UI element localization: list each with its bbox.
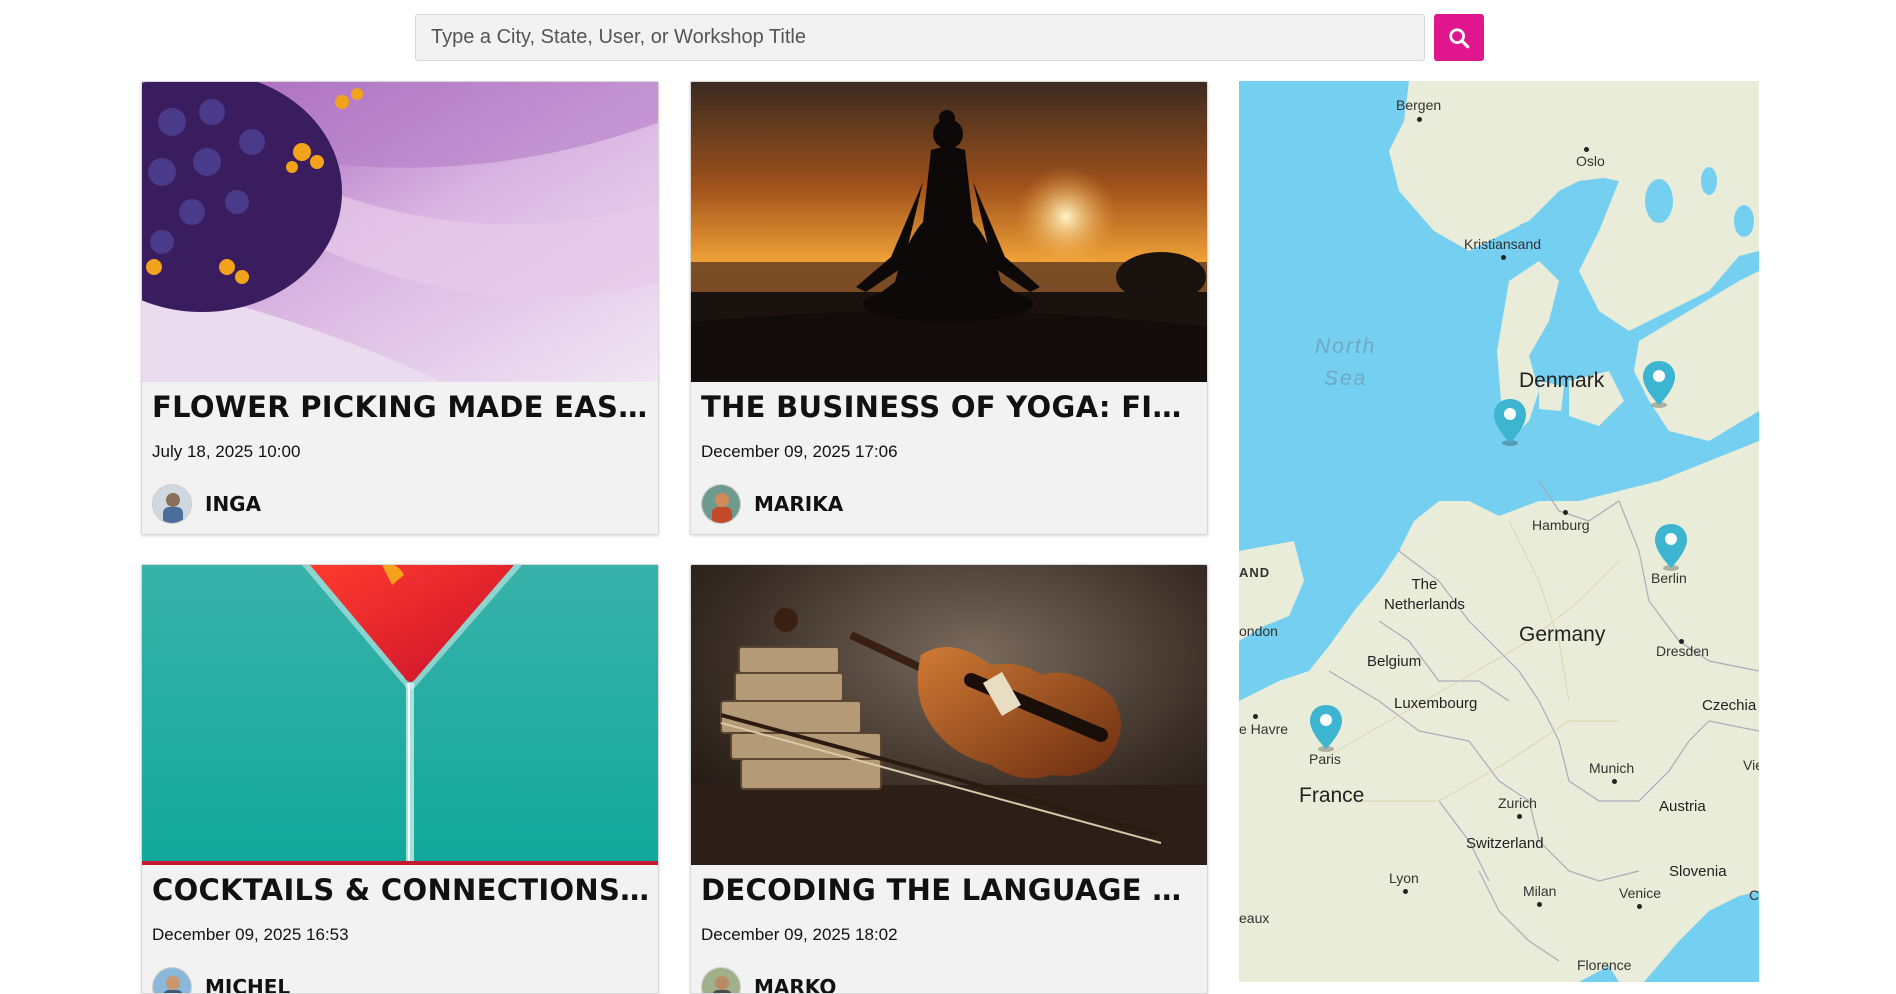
workshop-host[interactable]: MARIKA — [701, 484, 843, 524]
map-label-luxembourg: Luxembourg — [1394, 695, 1478, 712]
map-label-switzerland: Switzerland — [1466, 835, 1544, 852]
map-label-venice: Venice — [1619, 885, 1662, 901]
map-label-slovenia: Slovenia — [1669, 863, 1727, 880]
map-label-dresden: Dresden — [1656, 643, 1709, 659]
map-label-sea: North Sea — [1315, 335, 1377, 390]
map-label-vienna: Vie — [1743, 757, 1759, 773]
map-dot-milan — [1537, 902, 1542, 907]
avatar — [701, 967, 741, 993]
host-name: MARKO — [754, 975, 837, 994]
workshop-image-yoga[interactable] — [691, 82, 1207, 382]
workshop-image-violin[interactable] — [691, 565, 1207, 865]
map-label-milan: Milan — [1523, 883, 1557, 899]
workshop-title[interactable]: FLOWER PICKING MADE EASY! — [152, 390, 652, 424]
search-bar — [415, 14, 1486, 61]
avatar — [152, 484, 192, 524]
workshop-date: December 09, 2025 18:02 — [701, 925, 898, 944]
workshop-host[interactable]: INGA — [152, 484, 261, 524]
map-label-germany: Germany — [1519, 623, 1606, 646]
map-dot-venice — [1637, 904, 1642, 909]
map-pin-copenhagen[interactable] — [1641, 359, 1677, 409]
host-name: MARIKA — [754, 492, 844, 516]
map-label-oslo: Oslo — [1576, 153, 1605, 169]
host-name: INGA — [205, 492, 262, 516]
search-input[interactable] — [415, 14, 1425, 61]
avatar — [701, 484, 741, 524]
map-label-bergen: Bergen — [1396, 97, 1442, 113]
map-label-denmark: Denmark — [1519, 369, 1605, 392]
map-label-paris: Paris — [1309, 751, 1341, 767]
map-label-uk-partial: AND — [1239, 565, 1271, 580]
map-label-netherlands: The Netherlands — [1384, 576, 1465, 613]
workshop-image-flower[interactable] — [142, 82, 658, 382]
map-label-france: France — [1299, 784, 1365, 807]
workshop-date: December 09, 2025 17:06 — [701, 442, 898, 461]
workshop-date: July 18, 2025 10:00 — [152, 442, 301, 461]
map-label-hamburg: Hamburg — [1532, 517, 1590, 533]
map-label-florence: Florence — [1577, 957, 1632, 973]
workshop-map[interactable]: North Sea Denmark Germany France The Net… — [1239, 81, 1759, 982]
map-label-croatia: C — [1749, 887, 1759, 903]
workshop-title[interactable]: COCKTAILS & CONNECTIONS: A... — [152, 873, 652, 907]
map-dot-lyon — [1403, 889, 1408, 894]
workshop-image-cocktail[interactable] — [142, 565, 658, 865]
map-dot-hamburg — [1563, 510, 1568, 515]
workshop-title[interactable]: THE BUSINESS OF YOGA: FINDING... — [701, 390, 1201, 424]
workshop-date: December 09, 2025 16:53 — [152, 925, 349, 944]
map-label-berlin: Berlin — [1651, 570, 1687, 586]
search-icon — [1449, 27, 1470, 48]
map-dot-oslo — [1584, 147, 1589, 152]
map-dot-bergen — [1417, 117, 1422, 122]
map-label-munich: Munich — [1589, 760, 1635, 776]
workshop-card[interactable]: COCKTAILS & CONNECTIONS: A... December 0… — [141, 564, 659, 994]
host-name: MICHEL — [205, 975, 291, 994]
workshop-host[interactable]: MARKO — [701, 967, 837, 994]
map-label-lyon: Lyon — [1389, 870, 1419, 886]
workshop-card[interactable]: FLOWER PICKING MADE EASY! July 18, 2025 … — [141, 81, 659, 535]
map-label-bordeaux: eaux — [1239, 910, 1270, 926]
workshop-card[interactable]: DECODING THE LANGUAGE OF... December 09,… — [690, 564, 1208, 994]
map-pin-berlin[interactable] — [1653, 522, 1689, 572]
map-label-austria: Austria — [1659, 798, 1706, 815]
map-pin-paris[interactable] — [1308, 703, 1344, 753]
map-label-kristiansand: Kristiansand — [1464, 236, 1542, 252]
map-dot-le-havre — [1253, 714, 1258, 719]
map-dot-dresden — [1679, 639, 1684, 644]
map-dot-kristiansand — [1501, 255, 1506, 260]
map-pin-denmark-west[interactable] — [1492, 397, 1528, 447]
map-label-le-havre: e Havre — [1239, 721, 1289, 737]
map-label-belgium: Belgium — [1367, 653, 1422, 670]
workshop-card[interactable]: THE BUSINESS OF YOGA: FINDING... Decembe… — [690, 81, 1208, 535]
map-dot-zurich — [1517, 814, 1522, 819]
map-label-london: ondon — [1239, 623, 1278, 639]
map-label-zurich: Zurich — [1498, 795, 1537, 811]
search-button[interactable] — [1434, 14, 1484, 61]
avatar — [152, 967, 192, 993]
workshop-title[interactable]: DECODING THE LANGUAGE OF... — [701, 873, 1201, 907]
map-label-czechia: Czechia — [1702, 697, 1757, 714]
map-dot-munich — [1612, 779, 1617, 784]
workshop-host[interactable]: MICHEL — [152, 967, 291, 994]
